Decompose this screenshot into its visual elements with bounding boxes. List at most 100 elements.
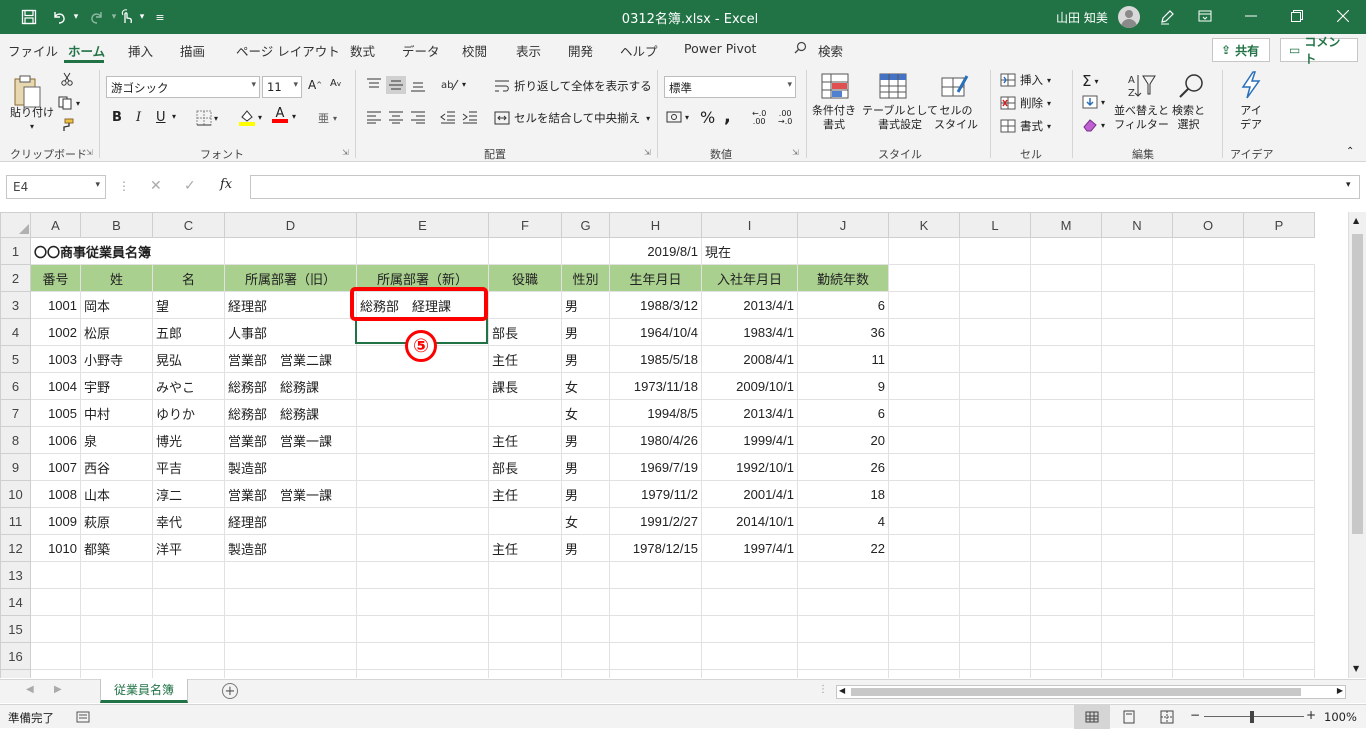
table-cell[interactable]: 五郎 (152, 318, 225, 346)
cell[interactable] (1030, 561, 1102, 589)
cell[interactable] (1243, 345, 1315, 373)
cell[interactable] (1243, 399, 1315, 427)
increase-decimal-icon[interactable]: ←.0.00 (752, 110, 766, 126)
accounting-format-icon[interactable]: ▾ (666, 110, 689, 124)
cell[interactable] (1243, 507, 1315, 535)
cell[interactable] (1101, 399, 1173, 427)
select-all-corner[interactable] (0, 212, 31, 238)
cell[interactable] (959, 669, 1031, 678)
sheet-tab-employees[interactable]: 従業員名簿 (100, 679, 188, 703)
zoom-in-icon[interactable]: + (1306, 708, 1316, 722)
column-title-cell[interactable]: 勤続年数 (797, 264, 889, 292)
row-header[interactable]: 11 (0, 507, 31, 535)
comma-style-icon[interactable]: , (724, 106, 731, 127)
bold-icon[interactable]: B (112, 110, 122, 125)
cell[interactable] (609, 615, 702, 643)
table-cell[interactable]: 部長 (488, 318, 562, 346)
tell-me-search[interactable]: 検索 (818, 41, 843, 60)
table-cell[interactable]: 1969/7/19 (609, 453, 702, 481)
column-header[interactable]: K (888, 212, 960, 238)
cell[interactable] (888, 453, 960, 481)
cell[interactable] (1172, 291, 1244, 319)
table-cell[interactable]: 1009 (30, 507, 81, 535)
tab-developer[interactable]: 開発 (568, 41, 593, 60)
table-cell[interactable]: 男 (561, 426, 610, 454)
cell[interactable] (1172, 561, 1244, 589)
table-cell[interactable]: 1997/4/1 (701, 534, 798, 562)
customize-qat-icon[interactable]: ≡ (152, 6, 168, 28)
cell[interactable] (488, 588, 562, 616)
underline-dropdown-icon[interactable]: ▾ (172, 112, 176, 121)
cell[interactable] (1243, 372, 1315, 400)
cell[interactable] (959, 399, 1031, 427)
tab-file[interactable]: ファイル (8, 41, 58, 60)
table-cell[interactable]: 1005 (30, 399, 81, 427)
cell[interactable] (701, 561, 798, 589)
cell[interactable] (224, 642, 357, 670)
row-header[interactable]: 7 (0, 399, 31, 427)
column-header[interactable]: N (1101, 212, 1173, 238)
cell[interactable] (888, 399, 960, 427)
align-left-icon[interactable] (366, 110, 382, 124)
page-layout-view-icon[interactable] (1122, 710, 1136, 727)
column-header[interactable]: F (488, 212, 562, 238)
borders-icon[interactable]: ▾ (196, 110, 218, 126)
cell[interactable] (30, 642, 81, 670)
cell[interactable] (959, 426, 1031, 454)
row-header[interactable]: 10 (0, 480, 31, 508)
cell[interactable] (888, 588, 960, 616)
cell[interactable] (959, 507, 1031, 535)
user-name[interactable]: 山田 知美 (1056, 9, 1108, 26)
row-header[interactable]: 14 (0, 588, 31, 616)
table-cell[interactable]: 2009/10/1 (701, 372, 798, 400)
column-header[interactable]: O (1172, 212, 1244, 238)
cell[interactable] (959, 345, 1031, 373)
row-header[interactable]: 17 (0, 669, 31, 678)
cell[interactable] (1030, 507, 1102, 535)
cell[interactable] (888, 345, 960, 373)
row-header[interactable]: 16 (0, 642, 31, 670)
scroll-thumb[interactable] (851, 688, 1301, 696)
touch-mode-icon[interactable] (116, 6, 138, 28)
normal-view-icon[interactable] (1074, 705, 1110, 729)
cell[interactable] (1030, 264, 1102, 292)
table-cell[interactable]: 女 (561, 507, 610, 535)
table-cell[interactable] (356, 426, 489, 454)
table-cell[interactable]: 西谷 (80, 453, 153, 481)
table-cell[interactable]: 1992/10/1 (701, 453, 798, 481)
table-cell[interactable]: 経理部 (224, 291, 357, 319)
cell[interactable] (959, 642, 1031, 670)
tab-review[interactable]: 校閲 (462, 41, 487, 60)
table-cell[interactable]: 部長 (488, 453, 562, 481)
tab-formulas[interactable]: 数式 (350, 41, 375, 60)
worksheet-grid[interactable]: A B C D E F G H I J K L M N O P 1 〇〇商事従業員… (0, 212, 1346, 678)
cell[interactable] (959, 453, 1031, 481)
formula-input[interactable] (250, 175, 1360, 199)
cell[interactable] (1030, 318, 1102, 346)
cell[interactable] (561, 642, 610, 670)
cell[interactable] (1030, 399, 1102, 427)
cell[interactable] (152, 642, 225, 670)
zoom-level[interactable]: 100% (1324, 710, 1357, 724)
increase-font-icon[interactable]: A ^ (308, 78, 322, 92)
table-cell[interactable] (488, 291, 562, 319)
cell[interactable] (356, 615, 489, 643)
cell[interactable] (888, 669, 960, 678)
collapse-ribbon-icon[interactable]: ⌃ (1346, 146, 1354, 157)
table-cell[interactable]: 洋平 (152, 534, 225, 562)
align-right-icon[interactable] (410, 110, 426, 124)
table-cell[interactable]: 22 (797, 534, 889, 562)
table-cell[interactable]: 6 (797, 291, 889, 319)
conditional-format-button[interactable]: 条件付き 書式 (812, 104, 856, 132)
table-cell[interactable] (356, 372, 489, 400)
table-cell[interactable]: ゆりか (152, 399, 225, 427)
touch-dropdown-icon[interactable]: ▾ (136, 6, 148, 28)
as-of-date-cell[interactable]: 2019/8/1 (609, 237, 702, 265)
row-header[interactable]: 5 (0, 345, 31, 373)
row-header[interactable]: 12 (0, 534, 31, 562)
macro-record-icon[interactable] (76, 711, 90, 726)
cell[interactable] (80, 669, 153, 678)
alignment-launcher-icon[interactable]: ⇲ (644, 148, 651, 157)
column-header[interactable]: A (30, 212, 81, 238)
table-cell[interactable]: 1003 (30, 345, 81, 373)
